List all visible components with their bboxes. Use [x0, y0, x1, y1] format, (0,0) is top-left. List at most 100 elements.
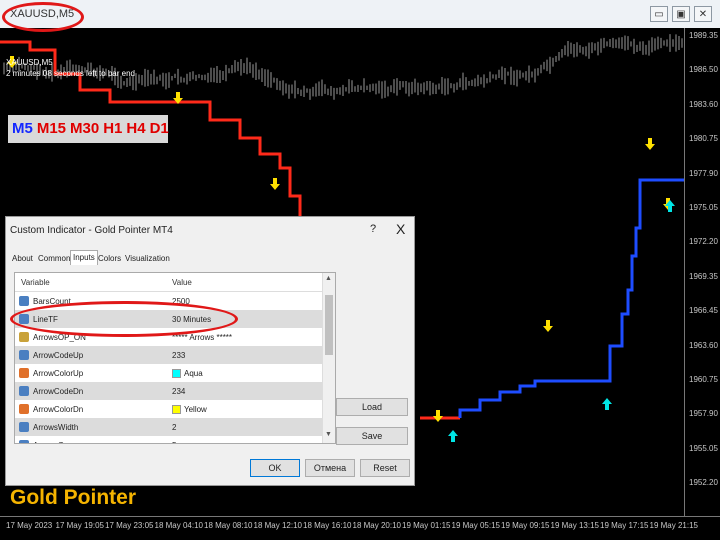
variable-value[interactable]: Yellow: [172, 405, 207, 414]
variable-name: BarsCount: [33, 297, 71, 306]
bar-countdown: 2 minutes 08 seconds left to bar end: [6, 69, 135, 78]
arrow-down-icon: [270, 178, 280, 190]
variable-name: ArrowsOP_ON: [33, 333, 86, 342]
price-tick-label: 1980.75: [689, 134, 718, 144]
dialog-title: Custom Indicator - Gold Pointer MT4: [10, 225, 173, 236]
color-swatch: [172, 405, 181, 414]
price-tick-label: 1975.05: [689, 203, 718, 212]
table-row[interactable]: ArrowCodeDn 234: [15, 382, 322, 400]
arrow-up-icon: [448, 430, 458, 442]
variable-value[interactable]: 2: [172, 423, 176, 432]
cancel-button[interactable]: Отмена: [305, 459, 355, 477]
variable-name: LineTF: [33, 315, 58, 324]
tab-inputs[interactable]: Inputs: [70, 250, 98, 265]
table-row[interactable]: BarsCount 2500: [15, 292, 322, 310]
scroll-up-icon[interactable]: ▲: [325, 275, 332, 282]
table-row[interactable]: ArrowCodeUp 233: [15, 346, 322, 364]
scroll-down-icon[interactable]: ▼: [325, 431, 332, 438]
color-value-text: Yellow: [184, 405, 207, 414]
save-button[interactable]: Save: [336, 427, 408, 445]
arrow-down-icon: [433, 410, 443, 422]
variable-value[interactable]: ***** Arrows *****: [172, 333, 232, 342]
tf-h1[interactable]: H1: [103, 120, 122, 137]
table-scrollbar[interactable]: ▲ ▼: [322, 273, 335, 443]
time-tick-label: 19 May 01:15: [402, 521, 451, 530]
int-icon: [19, 440, 29, 443]
variable-value[interactable]: 234: [172, 387, 185, 396]
table-row[interactable]: ArrowsGap 5: [15, 436, 322, 443]
price-tick-label: 1957.90: [689, 409, 718, 419]
int-icon: [19, 296, 29, 306]
help-button[interactable]: ?: [370, 223, 376, 235]
time-tick-label: 18 May 12:10: [253, 521, 302, 530]
variable-value[interactable]: 233: [172, 351, 185, 360]
table-row[interactable]: ArrowColorUp Aqua: [15, 364, 322, 382]
color-icon: [19, 368, 29, 378]
table-row[interactable]: LineTF 30 Minutes: [15, 310, 322, 328]
tf-m15[interactable]: M15: [37, 120, 66, 137]
time-tick-label: 19 May 21:15: [649, 521, 698, 530]
tab-colors[interactable]: Colors: [96, 252, 123, 265]
tab-visualization[interactable]: Visualization: [123, 252, 172, 265]
table-row[interactable]: ArrowsWidth 2: [15, 418, 322, 436]
price-tick-label: 1963.60: [689, 340, 718, 350]
variable-value[interactable]: 30 Minutes: [172, 315, 211, 324]
dialog-close-button[interactable]: X: [396, 221, 405, 237]
time-tick-label: 19 May 17:15: [600, 521, 649, 530]
variable-value[interactable]: 2500: [172, 297, 190, 306]
inputs-table: Variable Value BarsCount 2500 LineTF 30 Min…: [14, 272, 336, 444]
tf-m5[interactable]: M5: [12, 120, 33, 137]
column-variable: Variable: [21, 278, 50, 287]
time-tick-label: 17 May 23:05: [105, 521, 154, 530]
time-tick-label: 18 May 04:10: [154, 521, 203, 530]
time-tick-label: 18 May 08:10: [204, 521, 253, 530]
variable-name: ArrowsWidth: [33, 423, 79, 432]
time-tick-label: 19 May 05:15: [451, 521, 500, 530]
custom-indicator-dialog: Custom Indicator - Gold Pointer MT4 ? X …: [5, 216, 415, 486]
price-tick-label: 1960.75: [689, 375, 718, 384]
price-tick-label: 1966.45: [689, 306, 718, 316]
table-header: Variable Value: [15, 273, 322, 292]
reset-button[interactable]: Reset: [360, 459, 410, 477]
arrow-down-icon: [543, 320, 553, 332]
close-window-button[interactable]: ✕: [694, 6, 712, 22]
tf-h4[interactable]: H4: [126, 120, 145, 137]
price-tick-label: 1969.35: [689, 271, 718, 281]
table-row[interactable]: ArrowColorDn Yellow: [15, 400, 322, 418]
minimize-button[interactable]: ▭: [650, 6, 668, 22]
scroll-thumb[interactable]: [325, 295, 333, 355]
time-axis: 17 May 2023 17 May 19:05 17 May 23:05 18 Ma…: [0, 516, 720, 540]
time-tick-label: 18 May 16:10: [303, 521, 352, 530]
tf-d1[interactable]: D1: [150, 120, 169, 137]
time-tick-label: 17 May 19:05: [55, 521, 104, 530]
load-button[interactable]: Load: [336, 398, 408, 416]
column-value: Value: [172, 278, 192, 287]
symbol-label: XAUUSD,M5: [6, 58, 53, 67]
variable-value[interactable]: 5: [172, 441, 176, 443]
int-icon: [19, 314, 29, 324]
price-tick-label: 1952.20: [689, 478, 718, 488]
price-tick-label: 1977.90: [689, 168, 718, 178]
int-icon: [19, 386, 29, 396]
arrow-down-icon: [645, 138, 655, 150]
int-icon: [19, 350, 29, 360]
table-row[interactable]: ArrowsOP_ON ***** Arrows *****: [15, 328, 322, 346]
tab-common[interactable]: Common: [36, 252, 72, 265]
variable-name: ArrowsGap: [33, 441, 73, 443]
up-trend-line: [458, 178, 684, 418]
price-axis: 1989.35 1986.50 1983.60 1980.75 1977.90 1975.…: [684, 28, 720, 516]
tab-about[interactable]: About: [10, 252, 35, 265]
window-titlebar: XAUUSD,M5 ▭ ▣ ✕: [0, 0, 720, 29]
variable-name: ArrowCodeDn: [33, 387, 84, 396]
time-tick-label: 18 May 20:10: [352, 521, 401, 530]
variable-name: ArrowCodeUp: [33, 351, 84, 360]
price-tick-label: 1989.35: [689, 31, 718, 40]
variable-value[interactable]: Aqua: [172, 369, 203, 378]
variable-name: ArrowColorUp: [33, 369, 84, 378]
color-icon: [19, 404, 29, 414]
price-tick-label: 1983.60: [689, 99, 718, 109]
restore-button[interactable]: ▣: [672, 6, 690, 22]
ok-button[interactable]: OK: [250, 459, 300, 477]
timeframe-panel: M5 M15 M30 H1 H4 D1: [8, 115, 169, 143]
tf-m30[interactable]: M30: [70, 120, 99, 137]
